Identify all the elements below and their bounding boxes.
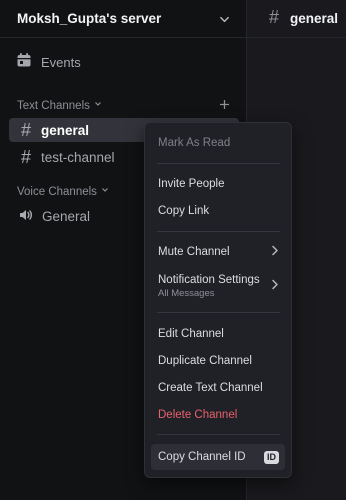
copy-channel-id-item[interactable]: Copy Channel ID ID	[151, 444, 285, 470]
server-name: Moksh_Gupta's server	[17, 11, 162, 26]
hash-icon: #	[20, 146, 31, 167]
duplicate-channel-label: Duplicate Channel	[158, 355, 252, 367]
invite-people-label: Invite People	[158, 178, 225, 190]
menu-divider	[157, 312, 280, 313]
voice-channels-category[interactable]: Voice Channels	[17, 185, 109, 198]
mute-channel-item[interactable]: Mute Channel	[151, 240, 285, 264]
menu-divider	[157, 231, 280, 232]
invite-people-item[interactable]: Invite People	[151, 172, 285, 196]
edit-channel-item[interactable]: Edit Channel	[151, 322, 285, 346]
menu-divider	[157, 434, 280, 435]
delete-channel-item[interactable]: Delete Channel	[151, 403, 285, 427]
voice-channels-label: Voice Channels	[17, 186, 97, 198]
copy-link-label: Copy Link	[158, 205, 210, 217]
plus-icon[interactable]	[219, 98, 230, 113]
edit-channel-label: Edit Channel	[158, 328, 224, 340]
chevron-right-icon	[271, 245, 279, 259]
text-channels-category[interactable]: Text Channels	[17, 99, 102, 112]
events-item[interactable]: Events	[16, 52, 81, 72]
events-label: Events	[41, 54, 81, 70]
duplicate-channel-item[interactable]: Duplicate Channel	[151, 349, 285, 373]
create-text-channel-item[interactable]: Create Text Channel	[151, 376, 285, 400]
notification-settings-label: Notification Settings	[158, 273, 260, 286]
discord-app: Moksh_Gupta's server Events Text Channel…	[0, 0, 346, 500]
calendar-icon	[16, 52, 32, 73]
speaker-icon	[17, 206, 35, 227]
notification-settings-value: All Messages	[158, 287, 215, 299]
menu-divider	[157, 163, 280, 164]
copy-link-item[interactable]: Copy Link	[151, 199, 285, 223]
channel-header: # general	[247, 0, 346, 38]
hash-icon: #	[20, 119, 31, 140]
notification-settings-item[interactable]: Notification Settings All Messages	[151, 269, 285, 303]
text-channels-label: Text Channels	[17, 100, 90, 112]
delete-channel-label: Delete Channel	[158, 409, 238, 421]
chevron-right-icon	[271, 279, 279, 293]
channel-context-menu: Mark As Read Invite People Copy Link Mut…	[144, 122, 292, 478]
mark-as-read-item[interactable]: Mark As Read	[151, 131, 285, 155]
hash-icon: #	[269, 7, 280, 27]
channel-name: general	[41, 122, 90, 138]
voice-channel-name: General	[42, 208, 91, 224]
id-badge-icon: ID	[264, 450, 279, 464]
chevron-down-icon	[101, 185, 109, 197]
server-header[interactable]: Moksh_Gupta's server	[0, 0, 246, 38]
copy-channel-id-label: Copy Channel ID	[158, 451, 246, 463]
chevron-down-icon	[94, 99, 102, 111]
mark-as-read-label: Mark As Read	[158, 137, 231, 149]
channel-title: general	[290, 11, 339, 26]
channel-name: test-channel	[41, 149, 115, 165]
create-text-channel-label: Create Text Channel	[158, 382, 263, 394]
mute-channel-label: Mute Channel	[158, 246, 230, 258]
chevron-down-icon[interactable]	[219, 12, 230, 30]
